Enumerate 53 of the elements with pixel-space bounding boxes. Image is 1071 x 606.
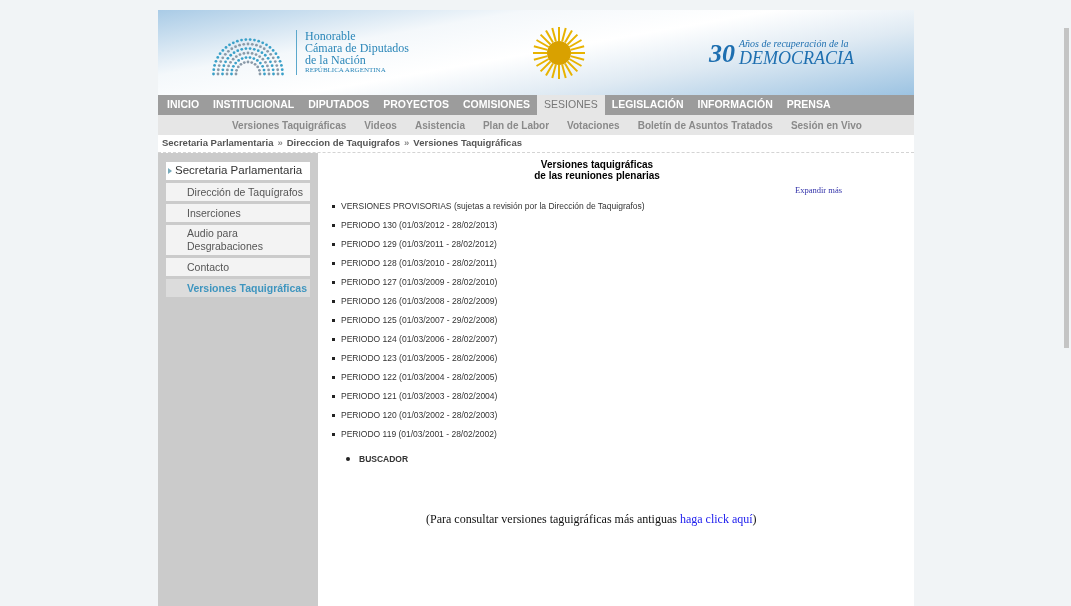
anniversary-number: 30 — [709, 41, 735, 67]
bullet-icon — [332, 432, 335, 436]
older-versions-note: (Para consultar versiones taguigráficas más antiguas haga click aquí) — [426, 510, 758, 528]
period-link[interactable]: PERIODO 122 (01/03/2004 - 28/02/2005) — [341, 371, 498, 383]
sidebar-item[interactable]: Contacto — [166, 258, 310, 276]
period-link[interactable]: PERIODO 123 (01/03/2005 - 28/02/2006) — [341, 352, 498, 364]
bullet-icon — [332, 242, 335, 246]
breadcrumb-link[interactable]: Secretaria Parlamentaria — [162, 136, 274, 151]
bullet-icon — [332, 261, 335, 265]
organization-name: Cámara de Diputados — [305, 42, 409, 54]
arrow-icon — [168, 168, 172, 174]
bullet-icon — [332, 223, 335, 227]
page-title: Versiones taquigráficas — [540, 159, 654, 170]
period-link[interactable]: PERIODO 125 (01/03/2007 - 29/02/2008) — [341, 314, 498, 326]
breadcrumb-link[interactable]: Versiones Taquigráficas — [413, 136, 522, 151]
search-link[interactable]: BUSCADOR — [359, 452, 409, 466]
anniversary-word: DEMOCRACIA — [739, 49, 854, 67]
bullet-icon — [346, 457, 350, 462]
period-link[interactable]: PERIODO 130 (01/03/2012 - 28/02/2013) — [341, 219, 498, 231]
organization-name: de la Nación — [305, 54, 366, 66]
page-title: de las reuniones plenarias — [534, 170, 660, 181]
bullet-icon — [332, 318, 335, 322]
breadcrumb-separator: » — [404, 136, 410, 151]
period-link[interactable]: PERIODO 124 (01/03/2006 - 28/02/2007) — [341, 333, 498, 345]
period-link[interactable]: PERIODO 126 (01/03/2008 - 28/02/2009) — [341, 295, 498, 307]
bullet-icon — [332, 356, 335, 360]
sidebar-title-text: Secretaria Parlamentaria — [175, 163, 303, 179]
period-link[interactable]: PERIODO 129 (01/03/2011 - 28/02/2012) — [341, 238, 497, 250]
sidebar-title[interactable]: Secretaria Parlamentaria — [166, 162, 310, 180]
sidebar-item[interactable]: Inserciones — [166, 204, 310, 222]
bullet-icon — [332, 280, 335, 284]
period-link[interactable]: PERIODO 120 (01/03/2002 - 28/02/2003) — [341, 409, 498, 421]
bullet-icon — [332, 394, 335, 398]
expand-link[interactable]: Expandir más — [795, 184, 842, 197]
sidebar-item[interactable]: Dirección de Taquígrafos — [166, 183, 310, 201]
period-link[interactable]: PERIODO 119 (01/03/2001 - 28/02/2002) — [341, 428, 497, 440]
period-link[interactable]: PERIODO 121 (01/03/2003 - 28/02/2004) — [341, 390, 498, 402]
bullet-icon — [332, 337, 335, 341]
click-here-link[interactable]: haga click aquí — [679, 511, 753, 526]
bullet-icon — [332, 299, 335, 303]
breadcrumb-link[interactable]: Direccion de Taquigrafos — [286, 136, 401, 151]
bullet-icon — [332, 375, 335, 379]
bullet-icon — [332, 413, 335, 417]
anniversary-caption: Años de recuperación de la — [739, 38, 850, 49]
breadcrumb-separator: » — [277, 136, 283, 151]
period-link[interactable]: PERIODO 127 (01/03/2009 - 28/02/2010) — [341, 276, 498, 288]
sidebar-item[interactable]: Audio para Desgrabaciones — [166, 225, 310, 255]
organization-name: Honorable — [305, 30, 357, 42]
bullet-icon — [332, 204, 335, 208]
nav-tab[interactable]: SESIONES — [537, 95, 605, 115]
period-link[interactable]: VERSIONES PROVISORIAS (sujetas a revisión por la Dirección de Taquigrafos) — [341, 200, 645, 212]
scrollbar-thumb[interactable] — [1064, 28, 1069, 348]
period-link[interactable]: PERIODO 128 (01/03/2010 - 28/02/2011) — [341, 257, 497, 269]
